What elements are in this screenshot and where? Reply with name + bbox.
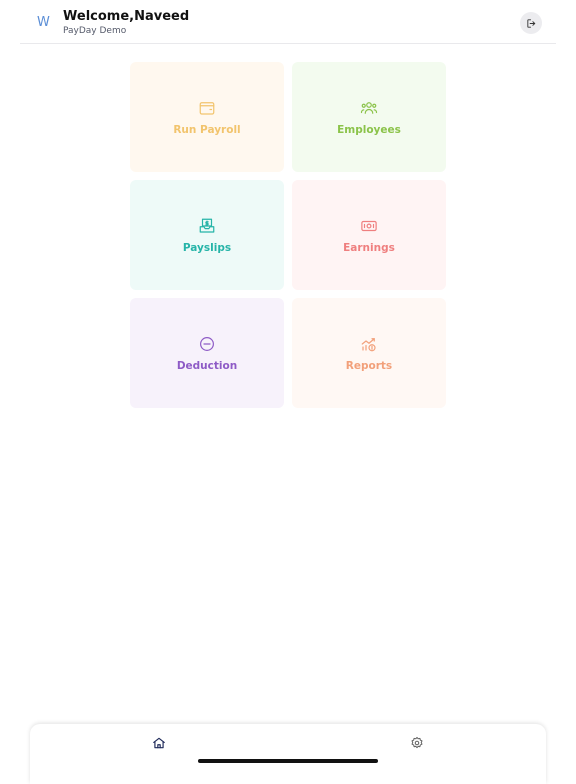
welcome-title: Welcome,Naveed <box>63 9 190 24</box>
logout-button[interactable] <box>520 12 542 34</box>
tab-settings[interactable] <box>410 735 424 749</box>
app-header: W Welcome,Naveed PayDay Demo <box>0 0 576 44</box>
chart-icon <box>359 334 379 354</box>
wallet-icon <box>197 98 217 118</box>
header-divider <box>20 43 556 44</box>
employees-label: Employees <box>337 124 401 136</box>
deduction-label: Deduction <box>176 360 238 372</box>
run-payroll-card[interactable]: Run Payroll <box>130 62 284 172</box>
reports-label: Reports <box>345 360 393 372</box>
users-icon <box>359 98 379 118</box>
home-icon <box>153 737 165 749</box>
cash-icon <box>359 216 379 236</box>
minus-circle-icon <box>197 334 217 354</box>
bottom-tab-bar <box>30 724 546 784</box>
employees-card[interactable]: Employees <box>292 62 446 172</box>
payslip-icon <box>197 216 217 236</box>
home-indicator <box>198 759 378 763</box>
run-payroll-label: Run Payroll <box>173 124 241 136</box>
deduction-card[interactable]: Deduction <box>130 298 284 408</box>
company-subtitle: PayDay Demo <box>63 26 127 36</box>
earnings-card[interactable]: Earnings <box>292 180 446 290</box>
payslips-card[interactable]: Payslips <box>130 180 284 290</box>
reports-card[interactable]: Reports <box>292 298 446 408</box>
logout-icon <box>526 18 535 28</box>
tab-home[interactable] <box>152 735 166 749</box>
gear-icon <box>411 736 423 749</box>
earnings-label: Earnings <box>343 242 395 254</box>
payslips-label: Payslips <box>182 242 232 254</box>
avatar: W <box>37 15 50 30</box>
